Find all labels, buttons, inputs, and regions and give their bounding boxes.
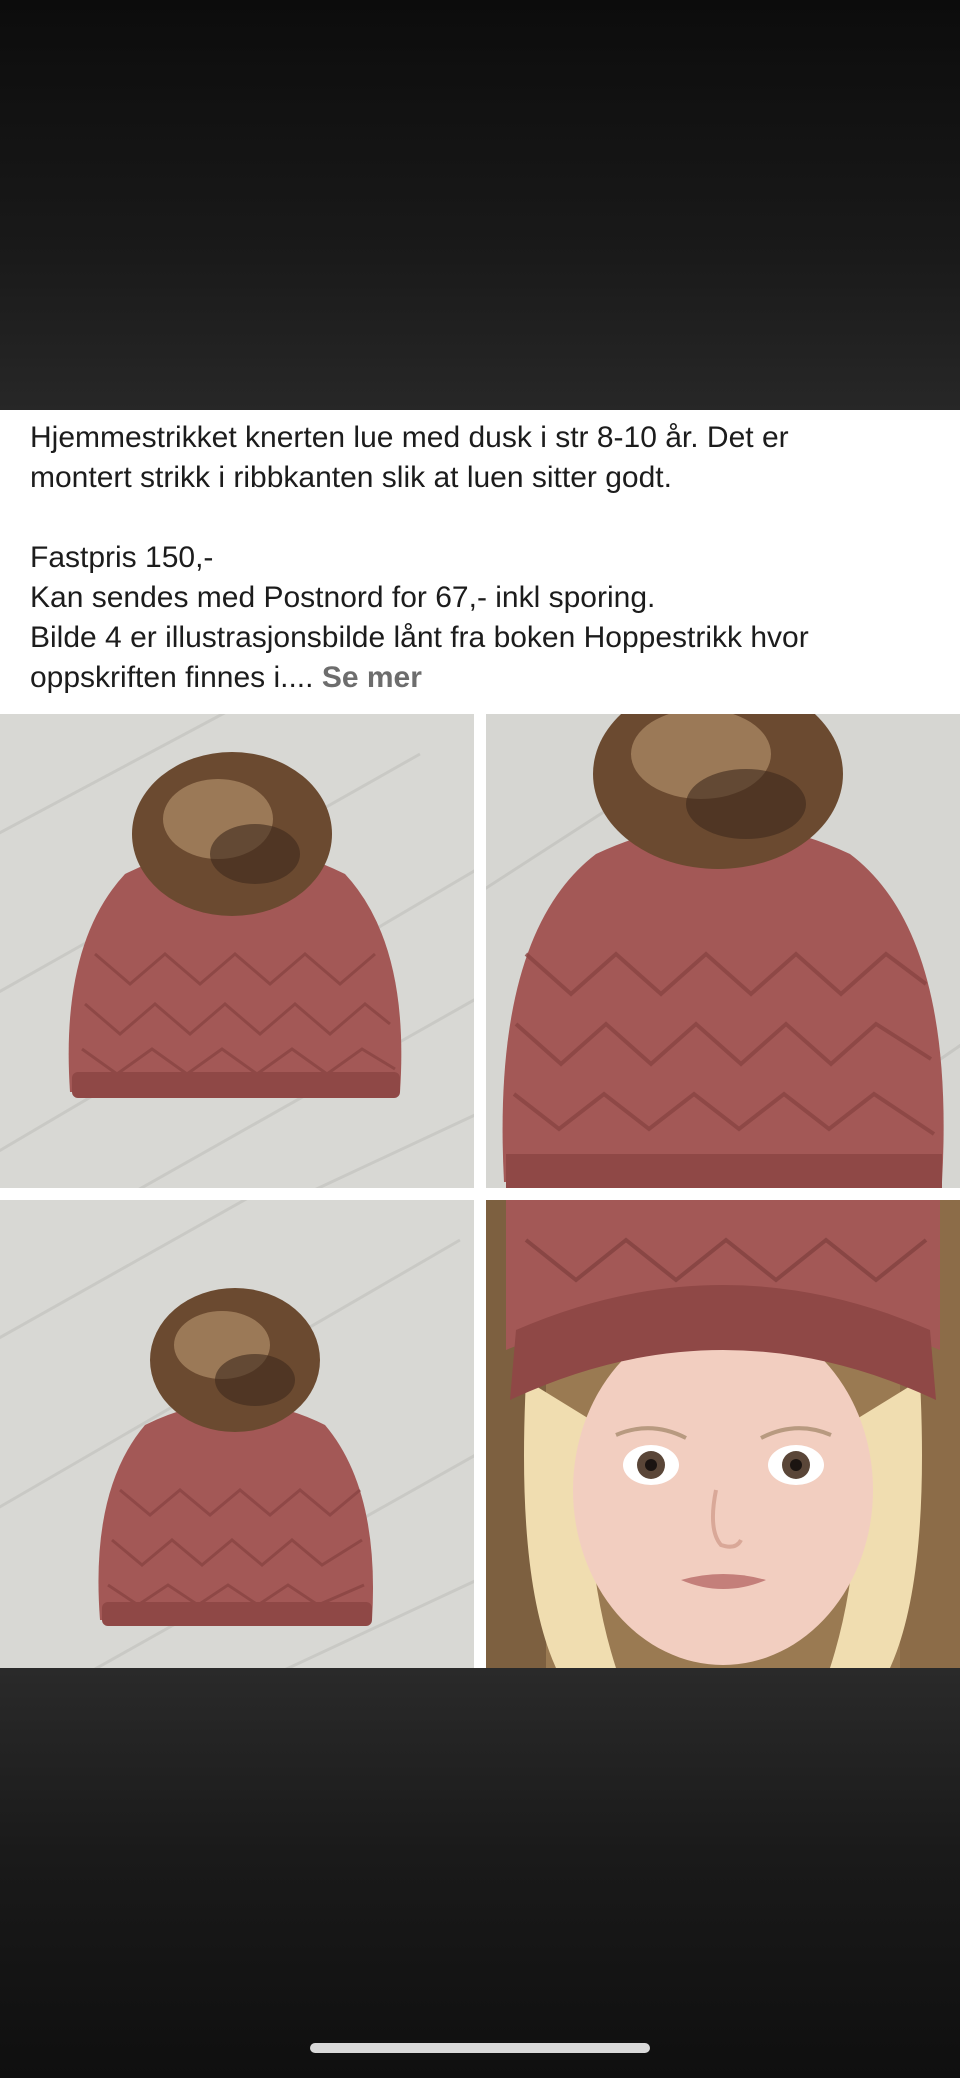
shipping-line: Kan sendes med Postnord for 67,- inkl sp… [30,581,656,614]
photo-1-hat-flatlay[interactable] [0,714,474,1188]
description-truncated: oppskriften finnes i.... [30,661,322,694]
bottom-dark-area [0,1668,960,2078]
photo-grid [0,714,960,1668]
hat-image [486,714,960,1188]
top-dark-area [0,0,960,410]
child-image [486,1200,960,1668]
see-more-link[interactable]: Se mer [322,661,422,694]
description-line-last: oppskriften finnes i.... Se mer [30,658,940,698]
hat-image [0,1200,474,1668]
description-line: montert strikk i ribbkanten slik at luen… [30,461,672,494]
photo-2-hat-closeup[interactable] [486,714,960,1188]
description-line: Hjemmestrikket knerten lue med dusk i st… [30,421,789,454]
marketplace-post: Hjemmestrikket knerten lue med dusk i st… [0,410,960,1668]
post-description: Hjemmestrikket knerten lue med dusk i st… [30,418,940,698]
description-line: Bilde 4 er illustrasjonsbilde lånt fra b… [30,621,809,654]
price-line: Fastpris 150,- [30,541,214,574]
home-indicator[interactable] [310,2043,650,2053]
hat-image [0,714,474,1188]
screen: Hjemmestrikket knerten lue med dusk i st… [0,0,960,2078]
photo-4-child-wearing-hat[interactable] [486,1200,960,1668]
photo-3-hat-flatlay[interactable] [0,1200,474,1668]
